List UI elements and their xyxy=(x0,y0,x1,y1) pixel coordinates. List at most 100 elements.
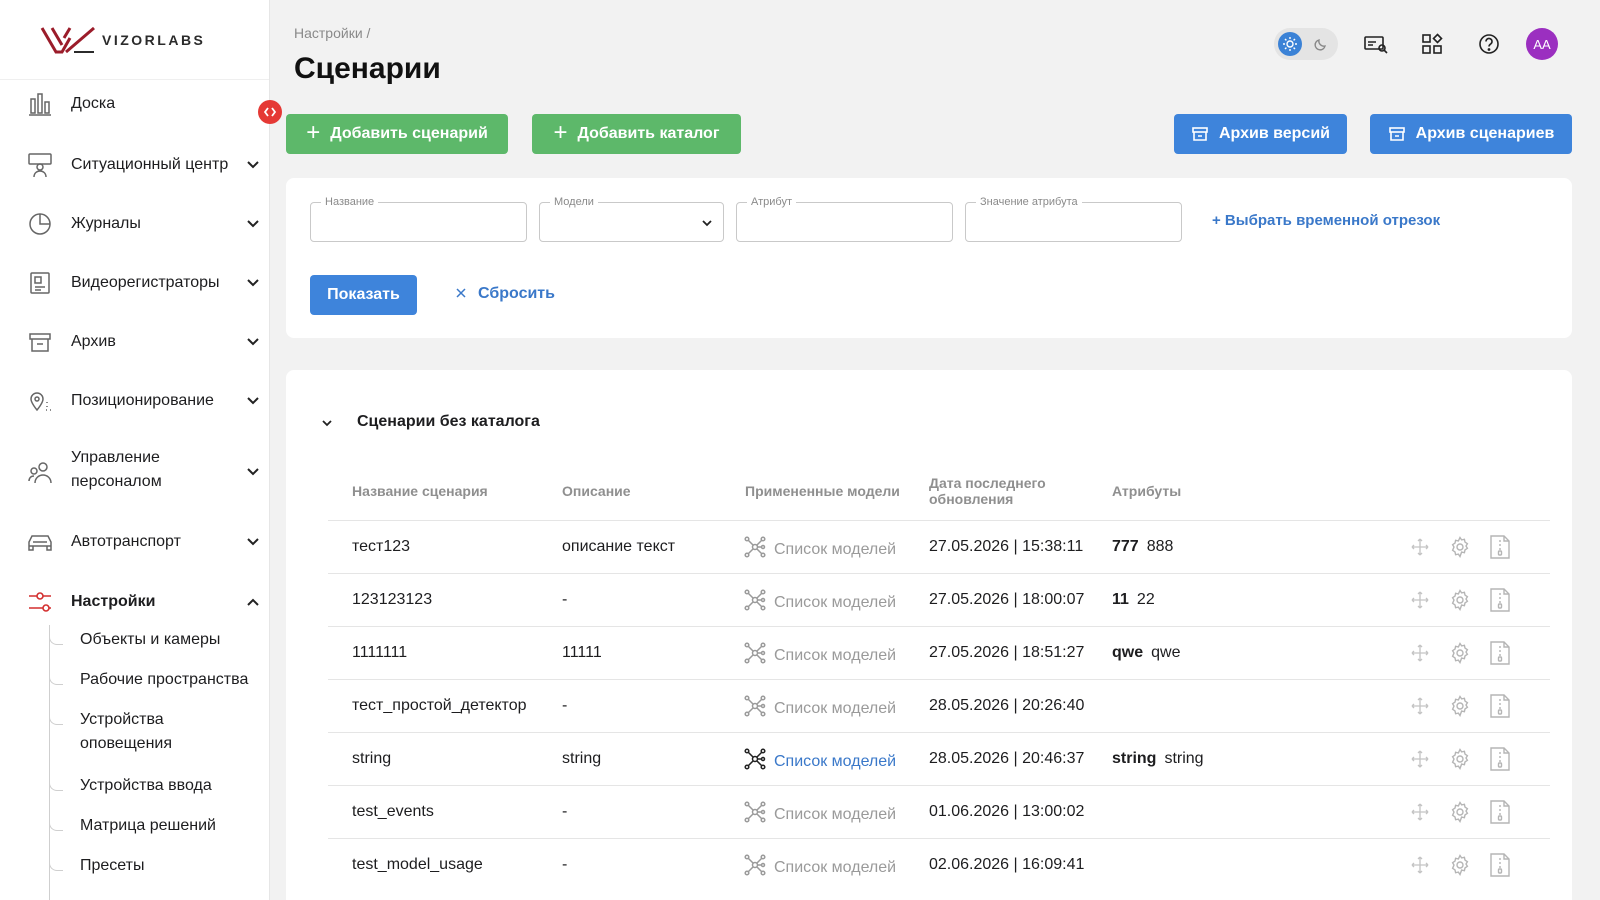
move-icon[interactable] xyxy=(1408,800,1432,824)
personnel-icon xyxy=(26,458,54,486)
sidebar-item-settings[interactable]: Настройки xyxy=(0,588,269,616)
move-icon[interactable] xyxy=(1408,694,1432,718)
scenario-attributes: 777 888 xyxy=(1112,538,1173,556)
models-list-link[interactable]: Список моделей xyxy=(744,854,896,881)
sidebar-subitem-objects-cameras[interactable]: Объекты и камеры xyxy=(49,631,220,648)
chevron-down-icon xyxy=(246,158,260,172)
table-row[interactable]: test_model_usage - Список моделей 02.06.202… xyxy=(328,838,1550,891)
move-icon[interactable] xyxy=(1408,747,1432,771)
sidebar-subitem-input-devices[interactable]: Устройства ввода xyxy=(49,777,212,794)
sidebar-item-archive[interactable]: Архив xyxy=(0,328,269,356)
models-list-link[interactable]: Список моделей xyxy=(744,536,896,563)
gear-icon[interactable] xyxy=(1448,535,1472,559)
gear-icon[interactable] xyxy=(1448,588,1472,612)
sidebar-item-video-recorders[interactable]: Видеорегистраторы xyxy=(0,269,269,297)
name-filter-input[interactable]: Название xyxy=(310,195,527,242)
models-list-link[interactable]: Список моделей xyxy=(744,695,896,722)
add-catalog-button[interactable]: + Добавить каталог xyxy=(532,114,741,154)
model-network-icon xyxy=(744,801,766,828)
sidebar-item-personnel[interactable]: Управление персоналом xyxy=(0,446,269,498)
sidebar-subitem-label: Устройства оповещения xyxy=(80,711,172,752)
table-row[interactable]: test_events - Список моделей 01.06.2026 | 1… xyxy=(328,785,1550,838)
model-network-icon xyxy=(744,748,766,775)
attribute-value: 888 xyxy=(1146,538,1174,555)
sidebar-item-transport[interactable]: Автотранспорт xyxy=(0,528,269,556)
code-arrows-icon xyxy=(264,107,276,117)
sidebar-item-positioning[interactable]: Позиционирование xyxy=(0,387,269,415)
versions-archive-button[interactable]: Архив версий xyxy=(1174,114,1347,154)
sidebar-item-dashboard[interactable]: Доска xyxy=(0,90,269,118)
models-list-link[interactable]: Список моделей xyxy=(744,748,896,775)
gear-icon[interactable] xyxy=(1448,853,1472,877)
reset-button[interactable]: Сбросить xyxy=(456,285,555,303)
models-list-link[interactable]: Список моделей xyxy=(744,801,896,828)
scenario-name[interactable]: test_events xyxy=(352,803,434,821)
table-row[interactable]: тест123 описание текст Список моделей 27.05… xyxy=(328,520,1550,573)
add-scenario-button[interactable]: + Добавить сценарий xyxy=(286,114,508,154)
sidebar-subitem-decision-matrix[interactable]: Матрица решений xyxy=(49,817,216,834)
sidebar-item-journals[interactable]: Журналы xyxy=(0,210,269,238)
catalog-section-title[interactable]: Сценарии без каталога xyxy=(357,413,540,431)
scenario-name[interactable]: тест_простой_детектор xyxy=(352,697,527,715)
sidebar-collapse-button[interactable] xyxy=(258,100,282,124)
gear-icon[interactable] xyxy=(1448,800,1472,824)
scenario-description: string xyxy=(562,750,602,767)
archive-file-icon[interactable] xyxy=(1488,641,1512,665)
attribute-key: string xyxy=(1112,750,1157,767)
archive-file-icon[interactable] xyxy=(1488,800,1512,824)
apps-grid-icon[interactable] xyxy=(1420,32,1444,56)
sidebar-item-situation-center[interactable]: Ситуационный центр xyxy=(0,151,269,179)
move-icon[interactable] xyxy=(1408,641,1432,665)
scenario-name[interactable]: 123123123 xyxy=(352,591,432,609)
chevron-down-icon xyxy=(246,394,260,408)
move-icon[interactable] xyxy=(1408,535,1432,559)
models-list-link[interactable]: Список моделей xyxy=(744,589,896,616)
table-row[interactable]: 1111111 11111 Список моделей 27.05.2026 | 1… xyxy=(328,626,1550,679)
breadcrumb[interactable]: Настройки / xyxy=(294,25,370,41)
sun-icon[interactable] xyxy=(1278,32,1302,56)
move-icon[interactable] xyxy=(1408,853,1432,877)
gear-icon[interactable] xyxy=(1448,694,1472,718)
gear-icon[interactable] xyxy=(1448,641,1472,665)
brand-logo[interactable]: VIZORLABS xyxy=(0,0,269,80)
page-title: Сценарии xyxy=(294,52,441,85)
archive-file-icon[interactable] xyxy=(1488,747,1512,771)
moon-icon[interactable] xyxy=(1310,33,1332,55)
scenario-attributes: 11 22 xyxy=(1112,591,1155,609)
sidebar-item-label: Доска xyxy=(71,95,116,112)
table-row[interactable]: string string Список моделей 28.05.2026 | 2… xyxy=(328,732,1550,785)
gear-icon[interactable] xyxy=(1448,747,1472,771)
attribute-filter-input[interactable]: Атрибут xyxy=(736,195,953,242)
chevron-down-icon[interactable] xyxy=(320,416,334,430)
avatar[interactable]: AA xyxy=(1526,28,1558,60)
models-filter-select[interactable]: Модели xyxy=(539,195,724,242)
scenario-name[interactable]: string xyxy=(352,750,391,768)
scenario-name[interactable]: test_model_usage xyxy=(352,856,483,874)
scenario-name[interactable]: тест123 xyxy=(352,538,410,556)
show-button[interactable]: Показать xyxy=(310,275,417,315)
archive-file-icon[interactable] xyxy=(1488,694,1512,718)
sidebar-subitem-alert-devices[interactable]: Устройства оповещения xyxy=(49,711,172,752)
column-header-name: Название сценария xyxy=(352,483,488,499)
license-key-icon[interactable] xyxy=(1364,32,1388,56)
settings-sliders-icon xyxy=(26,588,54,616)
help-icon[interactable] xyxy=(1477,32,1501,56)
archive-file-icon[interactable] xyxy=(1488,535,1512,559)
move-icon[interactable] xyxy=(1408,588,1432,612)
table-row[interactable]: 123123123 - Список моделей 27.05.2026 | 18:… xyxy=(328,573,1550,626)
models-list-link[interactable]: Список моделей xyxy=(744,642,896,669)
theme-toggle[interactable] xyxy=(1274,28,1338,60)
table-row[interactable]: тест_простой_детектор - Список моделей 28.0… xyxy=(328,679,1550,732)
sidebar-subitem-workspaces[interactable]: Рабочие пространства xyxy=(49,671,248,688)
scenario-name[interactable]: 1111111 xyxy=(352,644,407,662)
attribute-value-filter-input[interactable]: Значение атрибута xyxy=(965,195,1182,242)
select-time-range-link[interactable]: + Выбрать временной отрезок xyxy=(1212,212,1440,229)
scenarios-archive-button[interactable]: Архив сценариев xyxy=(1370,114,1572,154)
sidebar-subitem-presets[interactable]: Пресеты xyxy=(49,857,145,874)
attribute-value: string xyxy=(1164,750,1204,767)
models-filter-label: Модели xyxy=(550,195,598,209)
archive-file-icon[interactable] xyxy=(1488,853,1512,877)
archive-file-icon[interactable] xyxy=(1488,588,1512,612)
chevron-down-icon xyxy=(246,535,260,549)
sidebar-subitem-label: Пресеты xyxy=(80,857,145,874)
